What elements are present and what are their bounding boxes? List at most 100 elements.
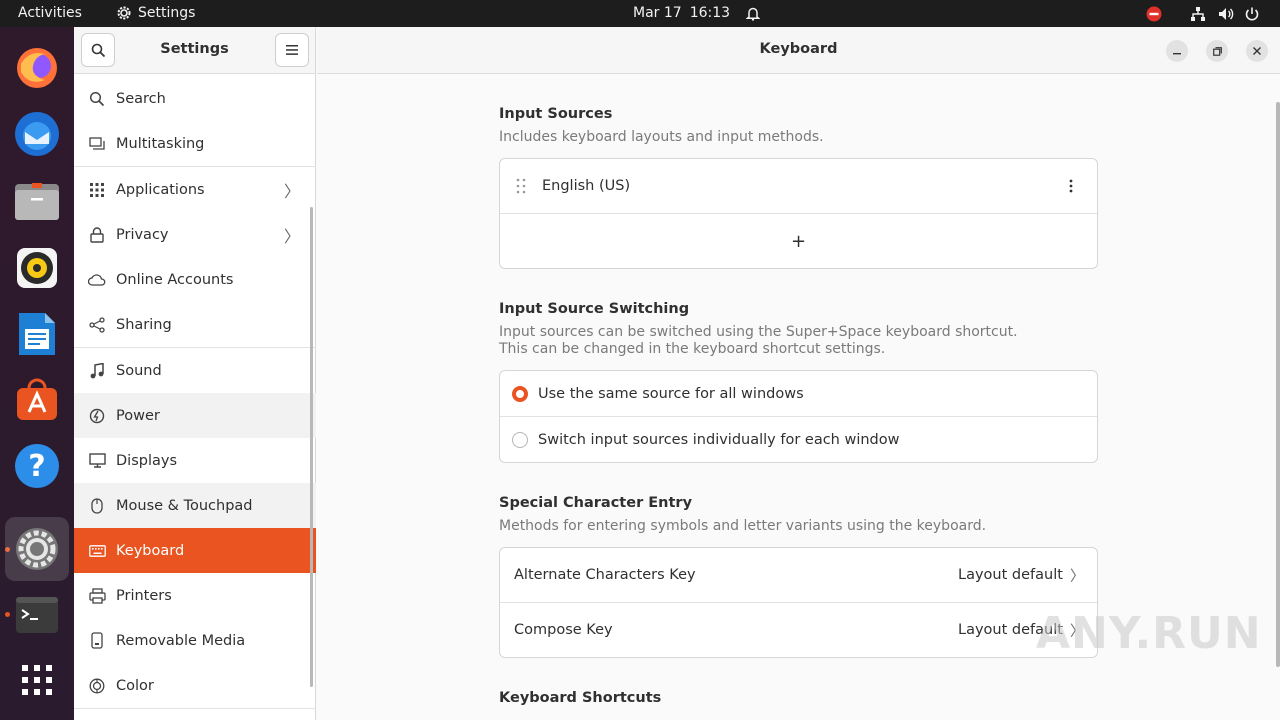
restore-icon	[1212, 46, 1222, 56]
panel-scrollbar[interactable]	[1276, 102, 1280, 667]
settings-sidebar: Settings Search Multitasking Application…	[74, 27, 316, 720]
sidebar-item-displays[interactable]: Displays	[74, 438, 316, 483]
top-bar: Activities Settings Mar 17 16:13	[0, 0, 1280, 27]
sidebar-item-online-accounts[interactable]: Online Accounts	[74, 257, 316, 302]
drag-handle-icon[interactable]	[516, 178, 526, 194]
switching-description-2: This can be changed in the keyboard shor…	[499, 341, 886, 357]
sidebar-item-label: Keyboard	[116, 542, 185, 559]
running-indicator	[5, 612, 10, 617]
sidebar-item-keyboard[interactable]: Keyboard	[74, 528, 316, 573]
switching-title: Input Source Switching	[499, 301, 690, 317]
compose-key-row[interactable]: Compose Key Layout default 〉	[500, 603, 1097, 657]
sidebar-item-sound[interactable]: Sound	[74, 348, 316, 393]
sidebar-item-label: Privacy	[116, 226, 169, 243]
time-label: 16:13	[689, 5, 731, 21]
sidebar-header: Settings	[74, 27, 315, 74]
mouse-icon	[88, 497, 106, 515]
sidebar-item-sharing[interactable]: Sharing	[74, 302, 316, 347]
special-character-list: Alternate Characters Key Layout default …	[499, 547, 1098, 658]
terminal-icon[interactable]	[12, 590, 62, 640]
keyboard-shortcuts-title: Keyboard Shortcuts	[499, 690, 662, 706]
hamburger-menu-icon	[286, 45, 298, 55]
files-icon[interactable]	[12, 177, 62, 227]
sidebar-item-label: Sound	[116, 362, 162, 379]
bell-icon	[746, 7, 761, 21]
sidebar-item-label: Applications	[116, 181, 205, 198]
sidebar-item-label: Power	[116, 407, 160, 424]
individual-source-option[interactable]: Switch input sources individually for ea…	[500, 417, 1097, 462]
rhythmbox-icon[interactable]	[12, 243, 62, 293]
switching-description-1: Input sources can be switched using the …	[499, 324, 1018, 340]
restore-button[interactable]	[1206, 40, 1228, 62]
switching-options: Use the same source for all windows Swit…	[499, 370, 1098, 463]
volume-icon	[1219, 8, 1234, 20]
sidebar-item-printers[interactable]: Printers	[74, 573, 316, 618]
thunderbird-icon[interactable]	[12, 109, 62, 159]
input-sources-list: English (US) +	[499, 158, 1098, 269]
gear-icon	[117, 6, 131, 20]
display-icon	[88, 452, 106, 470]
radio-unselected[interactable]	[512, 431, 528, 448]
radio-selected[interactable]	[512, 385, 528, 402]
power-icon	[88, 407, 106, 425]
settings-icon[interactable]	[5, 517, 69, 581]
sidebar-item-power[interactable]: Power	[74, 393, 316, 438]
panel-header: Keyboard	[317, 27, 1280, 74]
keyboard-icon	[88, 542, 106, 560]
date-label: Mar 17	[633, 5, 682, 21]
app-name: Settings	[138, 5, 196, 21]
svg-text:?: ?	[28, 449, 45, 484]
chevron-right-icon: 〉	[283, 226, 300, 246]
app-center-icon[interactable]	[12, 375, 62, 425]
activities-button[interactable]: Activities	[18, 5, 82, 21]
applications-grid-icon	[88, 181, 106, 199]
help-icon[interactable]: ?	[12, 441, 62, 491]
row-value: Layout default	[958, 567, 1063, 583]
dock: ?	[0, 27, 74, 720]
more-options-icon[interactable]	[1069, 179, 1073, 193]
multitasking-icon	[88, 135, 106, 153]
input-source-row[interactable]: English (US)	[500, 159, 1097, 213]
system-tray[interactable]	[1140, 0, 1280, 27]
network-icon	[1191, 7, 1205, 21]
alternate-characters-key-row[interactable]: Alternate Characters Key Layout default …	[500, 548, 1097, 602]
removable-media-icon	[88, 632, 106, 650]
close-button[interactable]	[1246, 40, 1268, 62]
app-menu[interactable]: Settings	[116, 5, 195, 21]
sidebar-item-label: Removable Media	[116, 632, 246, 649]
minimize-button[interactable]	[1166, 40, 1188, 62]
sidebar-scrollbar[interactable]	[310, 207, 313, 687]
primary-menu-button[interactable]	[275, 33, 309, 67]
do-not-disturb-icon	[1146, 6, 1162, 22]
firefox-icon[interactable]	[12, 43, 62, 93]
share-icon	[88, 316, 106, 334]
power-menu-icon	[1245, 7, 1259, 21]
music-note-icon	[88, 362, 106, 380]
sidebar-item-mouse-touchpad[interactable]: Mouse & Touchpad	[74, 483, 316, 528]
sidebar-item-color[interactable]: Color	[74, 663, 316, 708]
sidebar-item-privacy[interactable]: Privacy 〉	[74, 212, 316, 257]
sidebar-item-label: Online Accounts	[116, 271, 234, 288]
sidebar-item-label: Displays	[116, 452, 178, 469]
cloud-icon	[88, 271, 106, 289]
sidebar-item-applications[interactable]: Applications 〉	[74, 167, 316, 212]
option-label: Use the same source for all windows	[538, 385, 804, 402]
sidebar-item-removable-media[interactable]: Removable Media	[74, 618, 316, 663]
chevron-right-icon: 〉	[1070, 568, 1085, 585]
clock[interactable]: Mar 17 16:13	[633, 5, 761, 21]
sidebar-divider	[74, 708, 316, 709]
search-icon	[88, 90, 106, 108]
minimize-icon	[1173, 53, 1181, 55]
watermark: ANY.RUN	[1036, 608, 1262, 659]
sidebar-item-multitasking[interactable]: Multitasking	[74, 121, 316, 166]
row-label: Alternate Characters Key	[514, 567, 696, 583]
add-input-source-button[interactable]: +	[500, 214, 1097, 268]
libreoffice-writer-icon[interactable]	[12, 309, 62, 359]
add-icon: +	[790, 230, 807, 252]
show-apps-icon[interactable]	[12, 655, 62, 705]
special-character-title: Special Character Entry	[499, 495, 693, 511]
printer-icon	[88, 587, 106, 605]
sidebar-item-search[interactable]: Search	[74, 76, 316, 121]
input-sources-title: Input Sources	[499, 106, 613, 122]
same-source-option[interactable]: Use the same source for all windows	[500, 371, 1097, 416]
